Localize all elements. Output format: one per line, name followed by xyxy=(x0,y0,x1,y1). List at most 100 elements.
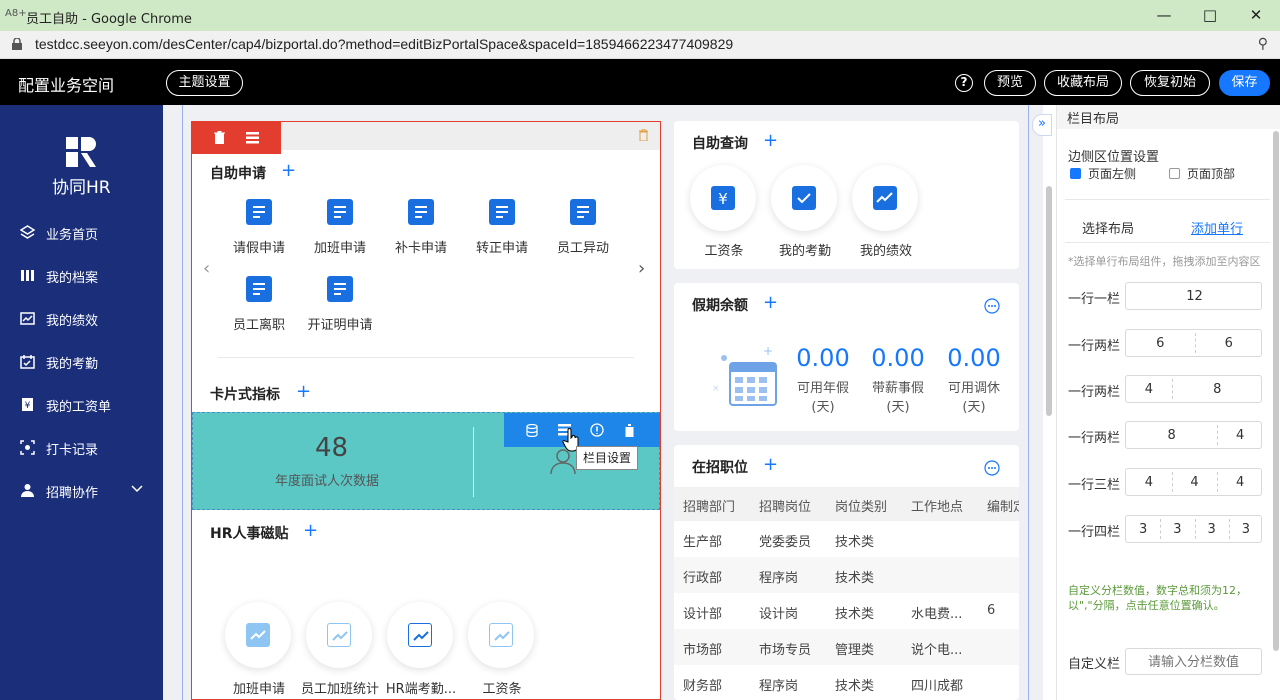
add-icon[interactable]: + xyxy=(763,132,778,150)
prev-arrow-icon[interactable]: ‹ xyxy=(203,258,210,279)
calendar-icon xyxy=(792,186,816,210)
collapse-panel-icon[interactable]: » xyxy=(1032,114,1052,136)
section-title-holiday: 假期余额 xyxy=(692,298,748,314)
self-apply-label: 请假申请 xyxy=(232,241,285,256)
add-icon[interactable]: + xyxy=(281,162,296,180)
query-tile[interactable]: ¥ xyxy=(690,165,756,231)
self-apply-item[interactable]: 请假申请 xyxy=(219,197,299,257)
table-row[interactable]: 行政部 程序岗 技术类 xyxy=(674,557,1019,593)
layout-row-2[interactable]: 66 xyxy=(1125,329,1262,357)
table-cell: 技术类 xyxy=(835,607,875,622)
table-row[interactable]: 设计部 设计岗 技术类 水电费... 6 xyxy=(674,593,1019,629)
sidebar-item-label: 打卡记录 xyxy=(46,443,99,458)
canvas-scrollbar[interactable] xyxy=(1046,186,1052,416)
table-cell: 党委委员 xyxy=(759,535,812,550)
self-apply-item[interactable]: 加班申请 xyxy=(300,197,380,257)
sticker-tile[interactable] xyxy=(468,602,534,668)
table-cell: 技术类 xyxy=(835,535,875,550)
query-tile[interactable] xyxy=(771,165,837,231)
next-arrow-icon[interactable]: › xyxy=(638,258,645,279)
panel-scrollbar[interactable] xyxy=(1273,131,1279,651)
layout-row-1[interactable]: 12 xyxy=(1125,282,1262,310)
info-icon[interactable] xyxy=(590,423,604,437)
more-icon[interactable] xyxy=(984,298,1000,314)
table-row[interactable]: 生产部 党委委员 技术类 xyxy=(674,521,1019,557)
url-text[interactable]: testdcc.seeyon.com/desCenter/cap4/bizpor… xyxy=(35,36,733,52)
checkbox-left[interactable] xyxy=(1070,168,1081,179)
svg-text:¥: ¥ xyxy=(25,401,31,411)
self-apply-item[interactable]: 转正申请 xyxy=(462,197,542,257)
layout-row-6[interactable]: 3 3 3 3 xyxy=(1125,515,1262,543)
collect-layout-button[interactable]: 收藏布局 xyxy=(1044,70,1122,96)
layout-col-value: 8 xyxy=(1167,428,1176,443)
trash-small-icon[interactable] xyxy=(639,129,648,141)
layout-row-3[interactable]: 48 xyxy=(1125,375,1262,403)
table-row[interactable]: 财务部 程序岗 技术类 四川成都 xyxy=(674,665,1019,700)
address-bar[interactable]: testdcc.seeyon.com/desCenter/cap4/bizpor… xyxy=(0,31,1280,59)
holiday-unit: (天) xyxy=(886,400,910,415)
table-cell: 说个电... xyxy=(911,643,963,658)
restore-button[interactable]: 恢复初始 xyxy=(1130,70,1210,96)
add-icon[interactable]: + xyxy=(763,294,778,312)
chevron-down-icon[interactable] xyxy=(131,485,143,493)
svg-text:+: + xyxy=(763,345,773,358)
self-apply-item[interactable]: 补卡申请 xyxy=(381,197,461,257)
layout-row-5[interactable]: 4 4 4 xyxy=(1125,468,1262,496)
zoom-icon[interactable]: ⚲ xyxy=(1258,36,1268,52)
tab-add-row[interactable]: 添加单行 xyxy=(1191,218,1243,237)
layout-panel: 栏目布局 边侧区位置设置 页面左侧 页面顶部 选择布局 添加单行 *选择单行布局… xyxy=(1056,105,1280,700)
save-button[interactable]: 保存 xyxy=(1219,70,1270,96)
layout-row-label: 一行两栏 xyxy=(1068,339,1121,354)
self-apply-item[interactable]: 开证明申请 xyxy=(300,274,380,334)
theme-settings-button[interactable]: 主题设置 xyxy=(166,70,243,96)
option-left-label: 页面左侧 xyxy=(1088,167,1137,181)
minimize-icon[interactable]: — xyxy=(1152,4,1176,26)
recruit-icon xyxy=(21,484,34,497)
delete-icon[interactable] xyxy=(624,424,635,437)
sticker-tile[interactable] xyxy=(225,602,291,668)
maximize-icon[interactable]: □ xyxy=(1198,4,1222,26)
self-apply-item[interactable]: 员工异动 xyxy=(543,197,623,257)
layout-col-value: 4 xyxy=(1236,428,1245,443)
card-divider xyxy=(473,427,474,497)
brand-name: 协同HR xyxy=(52,178,111,198)
help-icon[interactable]: ? xyxy=(955,74,973,92)
table-row[interactable]: 市场部 市场专员 管理类 说个电... xyxy=(674,629,1019,665)
query-label: 我的绩效 xyxy=(859,244,912,259)
custom-column-input[interactable] xyxy=(1125,648,1262,675)
checkbox-top[interactable] xyxy=(1169,168,1180,179)
more-icon[interactable] xyxy=(984,460,1000,476)
container-toolbar xyxy=(192,122,281,154)
add-icon[interactable]: + xyxy=(296,383,311,401)
sidebar-item-label: 招聘协作 xyxy=(46,486,99,501)
delete-icon[interactable] xyxy=(214,131,225,144)
chart-icon xyxy=(327,623,351,647)
add-icon[interactable]: + xyxy=(763,456,778,474)
query-tile[interactable] xyxy=(852,165,918,231)
sidebar-item-recruit[interactable]: 招聘协作 xyxy=(20,481,148,501)
form-icon xyxy=(327,199,353,225)
layout-col-value: 3 xyxy=(1241,522,1251,537)
preview-button[interactable]: 预览 xyxy=(984,70,1036,96)
table-header-cell: 招聘岗位 xyxy=(759,500,812,515)
calendar-illustration-icon: +× xyxy=(712,345,777,406)
sidebar-item-label: 我的工资单 xyxy=(46,400,112,415)
layout-row-4[interactable]: 84 xyxy=(1125,421,1262,449)
app-header: 配置业务空间 主题设置 ? 预览 收藏布局 恢复初始 保存 xyxy=(0,59,1280,105)
table-header-cell: 工作地点 xyxy=(911,500,964,515)
sticker-tile[interactable] xyxy=(387,602,453,668)
sidebar-item-label: 我的考勤 xyxy=(46,357,99,372)
self-apply-item[interactable]: 员工离职 xyxy=(219,274,299,334)
list-icon[interactable] xyxy=(246,132,259,144)
query-label: 工资条 xyxy=(704,244,744,259)
close-icon[interactable]: ✕ xyxy=(1244,4,1268,26)
layers-icon xyxy=(20,225,35,239)
form-icon xyxy=(246,199,272,225)
database-icon[interactable] xyxy=(526,424,538,437)
tab-choose-layout[interactable]: 选择布局 xyxy=(1082,218,1134,237)
holiday-unit: (天) xyxy=(962,400,986,415)
table-cell: 管理类 xyxy=(835,643,875,658)
add-icon[interactable]: + xyxy=(303,522,318,540)
sticker-tile[interactable] xyxy=(306,602,372,668)
app-logo-icon: A8+ xyxy=(5,8,27,19)
